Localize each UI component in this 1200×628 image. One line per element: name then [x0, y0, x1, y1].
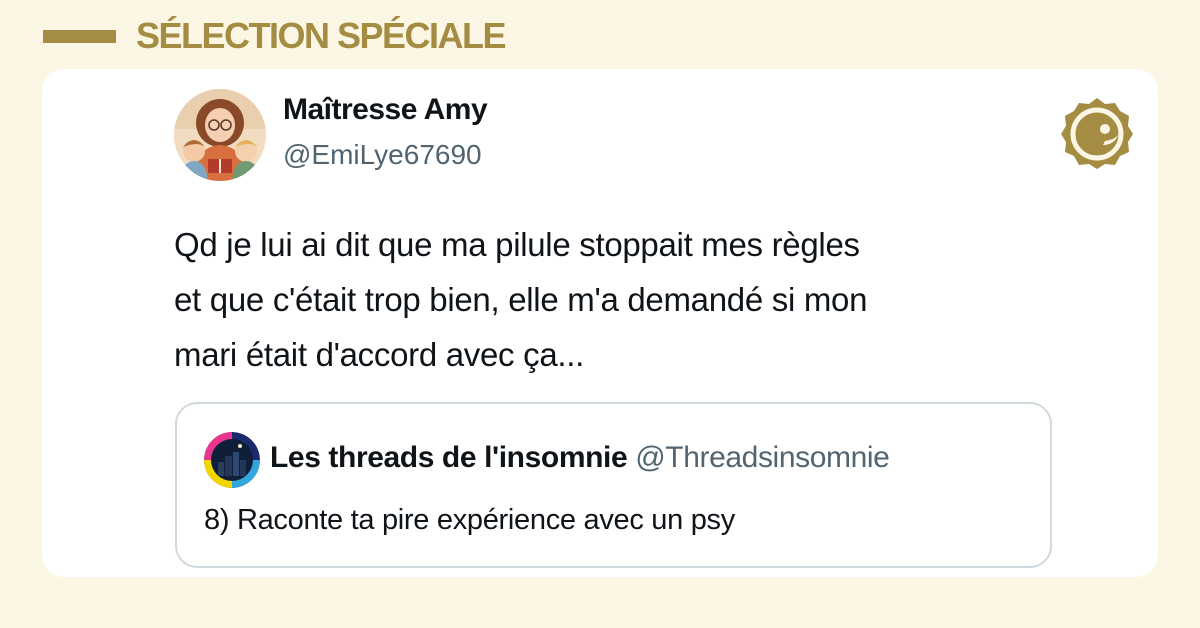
author-avatar[interactable]	[174, 89, 266, 181]
quote-author-name[interactable]: Les threads de l'insomnie	[270, 441, 628, 474]
tweet-line: mari était d'accord avec ça...	[174, 336, 584, 373]
header-accent-bar	[43, 29, 116, 43]
quote-author-handle[interactable]: @Threadsinsomnie	[635, 441, 890, 474]
quote-author-avatar[interactable]	[204, 432, 260, 488]
quoted-tweet[interactable]: Les threads de l'insomnie @Threadsinsomni…	[175, 402, 1052, 568]
section-header: SÉLECTION SPÉCIALE	[43, 14, 507, 58]
night-city-avatar-icon	[204, 432, 260, 488]
gold-badge-logo-icon	[1059, 95, 1135, 171]
quote-body: 8) Raconte ta pire expérience avec un ps…	[204, 504, 735, 536]
tweet-line: et que c'était trop bien, elle m'a deman…	[174, 281, 868, 318]
tweet-card: Maîtresse Amy @EmiLye67690 Qd je lui ai …	[42, 69, 1158, 577]
author-name[interactable]: Maîtresse Amy	[283, 93, 488, 127]
section-title: SÉLECTION SPÉCIALE	[136, 15, 507, 56]
teacher-reading-avatar-icon	[174, 89, 266, 181]
author-handle[interactable]: @EmiLye67690	[283, 139, 482, 171]
tweet-line: Qd je lui ai dit que ma pilule stoppait …	[174, 226, 860, 263]
quote-header: Les threads de l'insomnie @Threadsinsomni…	[270, 441, 890, 475]
tweet-body: Qd je lui ai dit que ma pilule stoppait …	[174, 217, 1074, 382]
